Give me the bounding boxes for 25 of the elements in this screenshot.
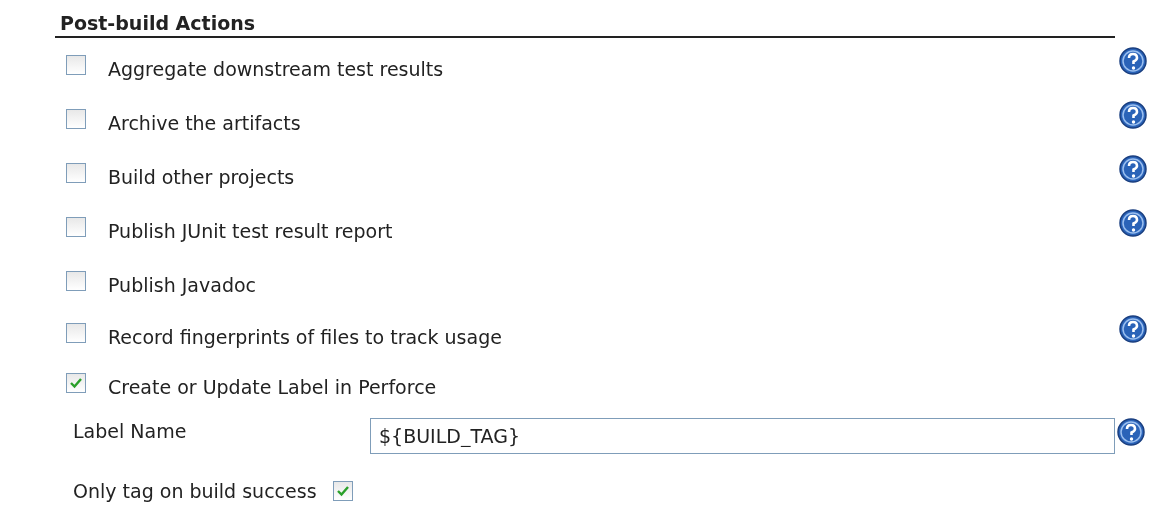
help-icon[interactable] [1118,208,1148,238]
checkbox[interactable] [66,109,86,129]
help-icon[interactable] [1118,46,1148,76]
checkbox-label: Build other projects [108,166,295,188]
checkbox[interactable] [66,271,86,291]
checkbox[interactable] [66,373,86,393]
checkbox[interactable] [66,323,86,343]
checkbox[interactable] [66,55,86,75]
help-icon[interactable] [1118,100,1148,130]
checkbox[interactable] [332,481,353,501]
field-label: Label Name [73,420,188,442]
checkbox[interactable] [66,217,86,237]
help-icon[interactable] [1118,314,1148,344]
checkbox-label: Archive the artifacts [108,112,301,134]
checkbox-label: Create or Update Label in Perforce [108,376,437,398]
section-title: Post-build Actions [60,12,256,34]
checkbox-label: Publish JUnit test result report [108,220,393,242]
checkbox-label: Record fingerprints of files to track usage [108,326,502,348]
help-icon[interactable] [1116,417,1146,447]
label-name-field[interactable]: ${BUILD_TAG} [370,418,1115,454]
help-icon[interactable] [1118,154,1148,184]
checkbox-label: Publish Javadoc [108,274,257,296]
checkbox[interactable] [66,163,86,183]
checkbox-label: Only tag on build success [73,480,317,502]
checkbox-label: Aggregate downstream test results [108,58,444,80]
